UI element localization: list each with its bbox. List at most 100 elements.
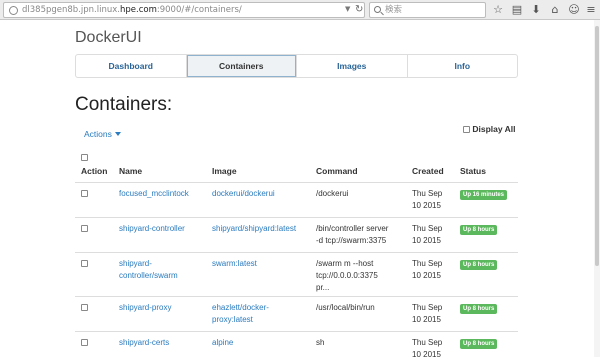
actions-dropdown[interactable]: Actions bbox=[84, 129, 121, 139]
status-badge: Up 8 hours bbox=[460, 339, 498, 349]
display-all-label: Display All bbox=[472, 124, 516, 134]
container-command-line: sh bbox=[316, 338, 325, 347]
container-created-line: 10 2015 bbox=[412, 201, 441, 210]
container-image-link-line[interactable]: ehazlett/docker- bbox=[212, 302, 312, 314]
row-select-cell bbox=[81, 337, 88, 349]
container-created-line: Thu Sep bbox=[412, 189, 443, 198]
column-header-created: Created bbox=[412, 166, 444, 176]
row-checkbox[interactable] bbox=[81, 190, 88, 198]
container-command-line: /dockerui bbox=[316, 189, 349, 198]
container-created-line: 10 2015 bbox=[412, 236, 441, 245]
clipboard-icon[interactable]: ▤ bbox=[510, 3, 524, 17]
container-created: Thu Sep 10 2015 bbox=[412, 337, 456, 357]
bookmark-star-icon[interactable]: ☆ bbox=[491, 3, 505, 17]
container-created: Thu Sep 10 2015 bbox=[412, 258, 456, 282]
container-image-link-line[interactable]: alpine bbox=[212, 337, 312, 349]
container-name-link[interactable]: shipyard-controller/swarm bbox=[119, 258, 209, 282]
row-divider bbox=[75, 217, 518, 218]
row-select-cell bbox=[81, 302, 88, 314]
app-brand[interactable]: DockerUI bbox=[75, 29, 142, 47]
search-bar[interactable]: 検索 bbox=[369, 2, 486, 18]
status-badge: Up 8 hours bbox=[460, 225, 498, 235]
table-header: Action Name Image Command Created Status bbox=[75, 164, 518, 182]
container-created: Thu Sep 10 2015 bbox=[412, 188, 456, 212]
container-name-link-line[interactable]: shipyard- bbox=[119, 258, 209, 270]
column-header-action: Action bbox=[81, 166, 108, 176]
container-command-line: -d tcp://swarm:3375 bbox=[316, 236, 387, 245]
container-created: Thu Sep 10 2015 bbox=[412, 223, 456, 247]
status-cell: Up 8 hours bbox=[460, 302, 498, 314]
container-image-link[interactable]: shipyard/shipyard:latest bbox=[212, 223, 312, 235]
display-all-toggle[interactable]: Display All bbox=[463, 124, 516, 134]
row-checkbox[interactable] bbox=[81, 304, 88, 312]
url-bar[interactable]: dl385pgen8b.jpn.linux.hpe.com:9000/#/con… bbox=[3, 2, 365, 18]
container-created-line: 10 2015 bbox=[412, 271, 441, 280]
container-name-link-line[interactable]: shipyard-proxy bbox=[119, 302, 209, 314]
reload-icon[interactable]: ↻ bbox=[355, 3, 363, 17]
tab-images[interactable]: Images bbox=[297, 55, 408, 77]
container-image-link-line[interactable]: proxy:latest bbox=[212, 314, 312, 326]
container-created-line: Thu Sep bbox=[412, 338, 443, 347]
menu-icon[interactable]: ≡ bbox=[584, 3, 598, 17]
row-divider bbox=[75, 252, 518, 253]
select-all-checkbox[interactable] bbox=[81, 154, 88, 161]
browser-toolbar: dl385pgen8b.jpn.linux.hpe.com:9000/#/con… bbox=[0, 0, 600, 20]
container-created-line: Thu Sep bbox=[412, 259, 443, 268]
container-command-line: /usr/local/bin/run bbox=[316, 303, 375, 312]
column-header-status: Status bbox=[460, 166, 486, 176]
row-checkbox[interactable] bbox=[81, 260, 88, 268]
container-image-link-line[interactable]: shipyard/shipyard:latest bbox=[212, 223, 312, 235]
container-created-line: Thu Sep bbox=[412, 224, 443, 233]
container-name-link-line[interactable]: shipyard-controller bbox=[119, 223, 209, 235]
status-cell: Up 8 hours bbox=[460, 258, 498, 270]
display-all-checkbox[interactable] bbox=[463, 126, 470, 134]
container-name-link-line[interactable]: shipyard-certs bbox=[119, 337, 209, 349]
row-divider bbox=[75, 296, 518, 297]
container-name-link[interactable]: shipyard-proxy bbox=[119, 302, 209, 314]
container-name-link[interactable]: focused_mcclintock bbox=[119, 188, 209, 200]
status-badge: Up 16 minutes bbox=[460, 190, 508, 200]
container-image-link[interactable]: ehazlett/docker-proxy:latest bbox=[212, 302, 312, 326]
container-command-line: /swarm m --host bbox=[316, 259, 374, 268]
container-command: /usr/local/bin/run bbox=[316, 302, 408, 314]
container-name-link-line[interactable]: controller/swarm bbox=[119, 270, 209, 282]
container-name-link[interactable]: shipyard-controller bbox=[119, 223, 209, 235]
main-nav: Dashboard Containers Images Info bbox=[75, 54, 518, 78]
scrollbar-thumb[interactable] bbox=[595, 26, 599, 266]
container-name-link-line[interactable]: focused_mcclintock bbox=[119, 188, 209, 200]
caret-down-icon bbox=[114, 132, 121, 136]
row-checkbox[interactable] bbox=[81, 339, 88, 347]
container-command: /bin/controller server -d tcp://swarm:337… bbox=[316, 223, 408, 247]
row-select-cell bbox=[81, 188, 88, 200]
container-image-link-line[interactable]: swarm:latest bbox=[212, 258, 312, 270]
tab-info[interactable]: Info bbox=[408, 55, 518, 77]
globe-icon bbox=[9, 6, 18, 15]
container-image-link[interactable]: alpine bbox=[212, 337, 312, 349]
search-icon bbox=[374, 6, 381, 13]
row-checkbox[interactable] bbox=[81, 225, 88, 233]
container-created-line: 10 2015 bbox=[412, 315, 441, 324]
container-image-link[interactable]: dockerui/dockerui bbox=[212, 188, 312, 200]
container-created-line: 10 2015 bbox=[412, 350, 441, 357]
page-title: Containers: bbox=[75, 94, 173, 115]
dropdown-arrow-icon[interactable]: ▼ bbox=[345, 5, 350, 13]
tab-dashboard[interactable]: Dashboard bbox=[76, 55, 187, 77]
column-header-image: Image bbox=[212, 166, 237, 176]
column-header-command: Command bbox=[316, 166, 358, 176]
status-cell: Up 8 hours bbox=[460, 223, 498, 235]
chat-icon[interactable]: ☺ bbox=[567, 3, 581, 17]
tab-containers[interactable]: Containers bbox=[186, 55, 297, 77]
container-command-line: pr... bbox=[316, 283, 330, 292]
container-name-link[interactable]: shipyard-certs bbox=[119, 337, 209, 349]
url-text[interactable]: dl385pgen8b.jpn.linux.hpe.com:9000/#/con… bbox=[22, 4, 242, 17]
row-divider bbox=[75, 331, 518, 332]
row-divider bbox=[75, 182, 518, 183]
home-icon[interactable]: ⌂ bbox=[548, 3, 562, 17]
download-icon[interactable]: ⬇ bbox=[529, 3, 543, 17]
container-image-link[interactable]: swarm:latest bbox=[212, 258, 312, 270]
actions-label: Actions bbox=[84, 129, 112, 139]
row-select-cell bbox=[81, 258, 88, 270]
row-select-cell bbox=[81, 223, 88, 235]
container-image-link-line[interactable]: dockerui/dockerui bbox=[212, 188, 312, 200]
container-created-line: Thu Sep bbox=[412, 303, 443, 312]
